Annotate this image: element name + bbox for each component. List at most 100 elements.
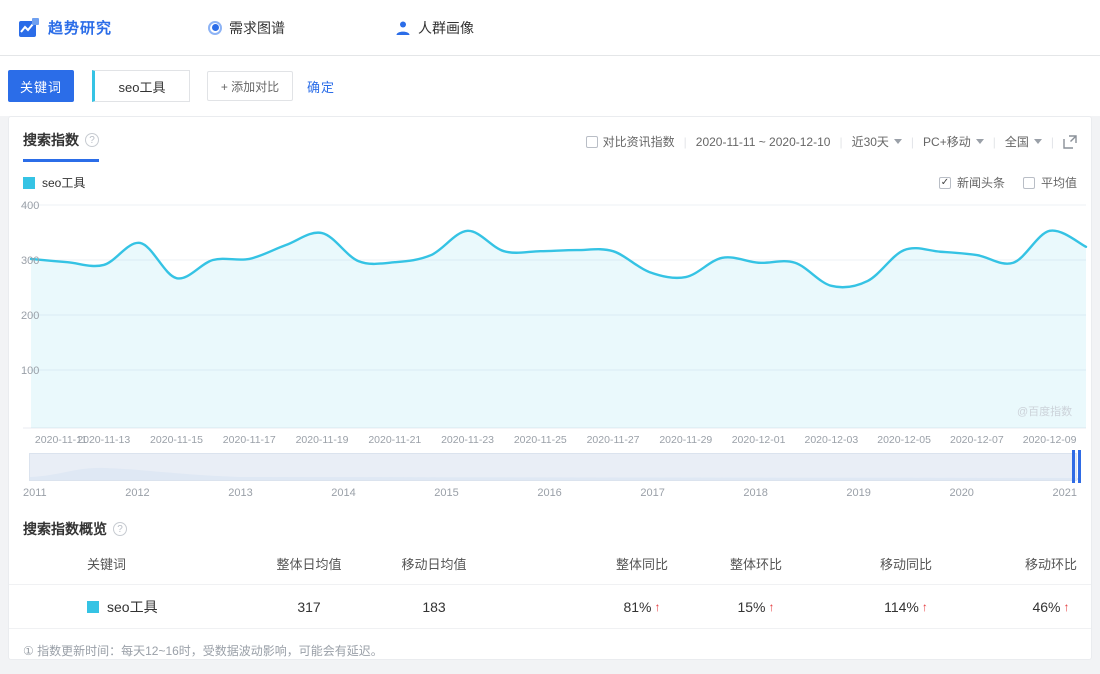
cell-overall-yoy: 81% ↑ [623, 598, 661, 615]
svg-text:2020-12-01: 2020-12-01 [732, 434, 786, 446]
series-swatch-icon [87, 600, 99, 613]
help-icon[interactable] [113, 522, 127, 536]
year-label: 2012 [125, 487, 150, 499]
year-label: 2011 [23, 487, 47, 499]
divider: | [1050, 134, 1054, 149]
cell-keyword: seo工具 [9, 597, 249, 617]
svg-text:2020-11-13: 2020-11-13 [77, 434, 130, 446]
slider-track[interactable] [29, 453, 1078, 481]
chevron-down-icon [1033, 139, 1042, 144]
expand-icon [1063, 134, 1077, 149]
year-label: 2017 [640, 487, 665, 499]
checkbox-icon [585, 135, 598, 148]
year-label: 2020 [949, 487, 974, 499]
keyword-toolbar: 关键词 seo工具 + 添加对比 确定 [0, 56, 1100, 116]
chart-header: 搜索指数 对比资讯指数 | 2020-11-11 ~ 2020-12-10 | … [9, 117, 1091, 162]
cell-mobile-mom: 46% ↑ [1032, 598, 1070, 615]
divider: | [683, 134, 687, 149]
col-keyword: 关键词 [87, 557, 127, 572]
year-label: 2013 [228, 487, 253, 499]
overview-title: 搜索指数概览 [9, 519, 1091, 539]
option-label: 新闻头条 [956, 176, 1005, 190]
news-headline-checkbox[interactable]: 新闻头条 [938, 174, 1005, 191]
checkbox-icon [1022, 176, 1035, 189]
radio-selected-icon [208, 20, 223, 35]
svg-text:2020-11-17: 2020-11-17 [223, 434, 276, 446]
timeline-slider[interactable] [29, 450, 1081, 483]
baidu-index-logo-icon [19, 17, 39, 37]
expand-button[interactable] [1063, 134, 1077, 149]
help-icon[interactable] [85, 133, 99, 147]
cell-overall-mom: 15% ↑ [737, 598, 775, 615]
legend-swatch-icon [23, 176, 35, 189]
slider-handle[interactable] [1072, 450, 1081, 483]
svg-text:2020-11-27: 2020-11-27 [587, 434, 640, 446]
trend-panel: 搜索指数 对比资讯指数 | 2020-11-11 ~ 2020-12-10 | … [8, 116, 1092, 660]
divider: | [910, 134, 915, 149]
compare-news-checkbox[interactable]: 对比资讯指数 [585, 133, 675, 150]
slider-mini-chart [30, 467, 1078, 480]
svg-text:2020-11-23: 2020-11-23 [441, 434, 494, 446]
chart-options: 新闻头条 平均值 [938, 174, 1077, 191]
svg-text:2020-11-25: 2020-11-25 [514, 434, 567, 446]
confirm-link[interactable]: 确定 [307, 77, 335, 96]
option-label: 平均值 [1040, 176, 1077, 190]
checkbox-checked-icon [938, 176, 951, 189]
up-arrow-icon: ↑ [768, 599, 775, 614]
slider-year-axis: 2011 2012 2013 2014 2015 2016 2017 2018 2019 2020… [23, 487, 1077, 499]
trend-line-chart: 400300200100 2020-11-112020-11-13 2020-11… [21, 200, 1088, 446]
col-mobile-yoy: 移动同比 [879, 557, 932, 572]
time-range-select[interactable]: 近30天 [852, 133, 902, 150]
nav-item-label: 需求图谱 [229, 19, 286, 36]
cell-overall-avg: 317 [297, 598, 321, 615]
year-label: 2016 [537, 487, 562, 499]
svg-text:200: 200 [21, 310, 39, 322]
cell-mobile-avg: 183 [422, 598, 446, 615]
svg-text:100: 100 [21, 365, 39, 377]
date-range-value: 2020-11-11 ~ 2020-12-10 [695, 134, 831, 149]
divider: | [839, 134, 843, 149]
svg-text:2020-11-21: 2020-11-21 [368, 434, 421, 446]
date-range-picker[interactable]: 2020-11-11 ~ 2020-12-10 [696, 135, 831, 149]
cell-mobile-yoy: 114% ↑ [884, 598, 928, 615]
svg-text:2020-11-19: 2020-11-19 [296, 434, 349, 446]
brand-label: 趋势研究 [48, 20, 113, 37]
svg-text:2020-12-03: 2020-12-03 [804, 434, 858, 446]
keyword-button[interactable]: 关键词 [8, 70, 74, 102]
device-select[interactable]: PC+移动 [923, 133, 984, 150]
nav-item-audience-profile[interactable]: 人群画像 [395, 18, 474, 38]
average-checkbox[interactable]: 平均值 [1022, 174, 1077, 191]
svg-text:300: 300 [21, 255, 39, 267]
brand[interactable]: 趋势研究 [18, 17, 112, 38]
svg-text:2020-12-05: 2020-12-05 [877, 434, 931, 446]
chart-watermark: @百度指数 [1017, 404, 1072, 418]
legend-label: seo工具 [42, 176, 86, 190]
region-select[interactable]: 全国 [1005, 133, 1042, 150]
up-arrow-icon: ↑ [654, 599, 661, 614]
col-mobile-avg: 移动日均值 [401, 557, 467, 572]
table-row: seo工具 317 183 81% ↑ 15% ↑ 114% ↑ 46% ↑ [9, 585, 1091, 629]
year-label: 2015 [434, 487, 459, 499]
col-overall-yoy: 整体同比 [615, 557, 668, 572]
year-label: 2021 [1052, 487, 1077, 499]
year-label: 2014 [331, 487, 356, 499]
tab-search-index[interactable]: 搜索指数 [23, 130, 99, 162]
legend-item-seo[interactable]: seo工具 [23, 174, 85, 191]
chevron-down-icon [975, 139, 984, 144]
keyword-input[interactable]: seo工具 [92, 70, 190, 102]
person-icon [396, 21, 410, 35]
up-arrow-icon: ↑ [1063, 599, 1070, 614]
chart-controls: 对比资讯指数 | 2020-11-11 ~ 2020-12-10 | 近30天 … [585, 133, 1077, 150]
nav-item-demand-graph[interactable]: 需求图谱 [208, 18, 285, 38]
chevron-down-icon [893, 139, 902, 144]
keyword-value: seo工具 [107, 598, 158, 615]
col-mobile-mom: 移动环比 [1024, 557, 1077, 572]
col-overall-mom: 整体环比 [729, 557, 782, 572]
svg-text:2020-11-29: 2020-11-29 [659, 434, 712, 446]
legend-row: seo工具 新闻头条 平均值 [9, 162, 1091, 191]
checkbox-label: 对比资讯指数 [602, 135, 675, 149]
update-note: ① 指数更新时间：每天12~16时，受数据波动影响，可能会有延迟。 [23, 644, 383, 658]
add-compare-button[interactable]: + 添加对比 [207, 71, 293, 101]
nav-item-label: 人群画像 [418, 19, 475, 36]
device-value: PC+移动 [923, 135, 971, 149]
